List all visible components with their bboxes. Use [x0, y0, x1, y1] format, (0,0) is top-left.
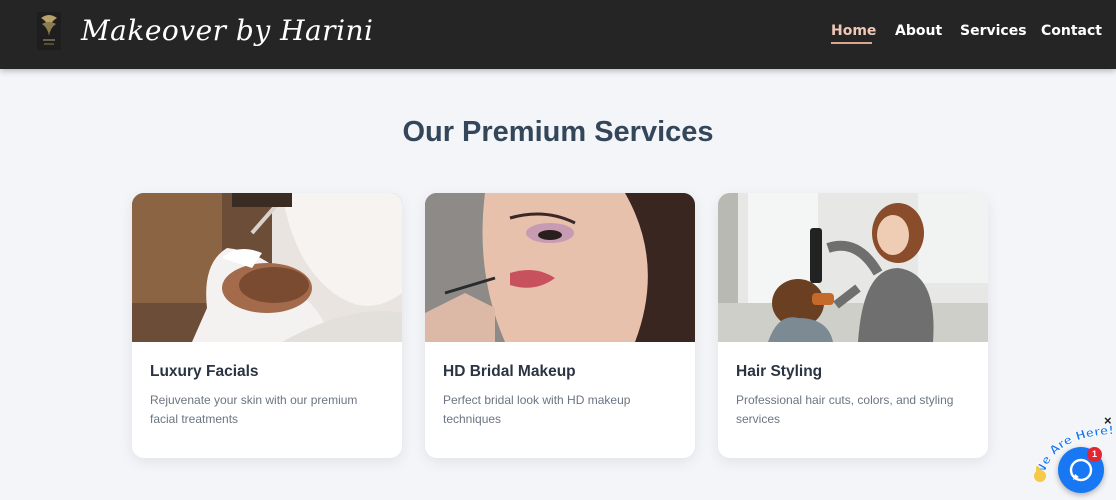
bridal-makeup-photo [425, 193, 695, 342]
card-description: Perfect bridal look with HD makeup techn… [443, 393, 631, 426]
service-card-bridal[interactable]: HD Bridal Makeup Perfect bridal look wit… [425, 193, 695, 458]
card-title: Hair Styling [736, 363, 823, 380]
unread-badge: 1 [1087, 447, 1102, 462]
service-card-facials[interactable]: Luxury Facials Rejuvenate your skin with… [132, 193, 402, 458]
section-title: Our Premium Services [402, 116, 714, 148]
facial-treatment-photo [132, 193, 402, 342]
hair-styling-photo [718, 193, 988, 342]
card-title: HD Bridal Makeup [443, 363, 576, 380]
service-card-hair[interactable]: Hair Styling Professional hair cuts, col… [718, 193, 988, 458]
nav-home[interactable]: Home [831, 23, 876, 39]
nav-contact[interactable]: Contact [1041, 23, 1102, 39]
brand-name[interactable]: Makeover by Harini [81, 14, 374, 47]
nav-services[interactable]: Services [960, 23, 1027, 39]
nav-about[interactable]: About [895, 23, 942, 39]
logo-icon[interactable] [36, 10, 62, 52]
card-description: Rejuvenate your skin with our premium fa… [150, 393, 358, 426]
nav-active-indicator [831, 42, 872, 44]
card-title: Luxury Facials [150, 363, 259, 380]
chat-bubble-icon [1069, 458, 1093, 482]
navbar: Makeover by Harini Home About Services C… [0, 0, 1116, 69]
card-description: Professional hair cuts, colors, and styl… [736, 393, 954, 426]
